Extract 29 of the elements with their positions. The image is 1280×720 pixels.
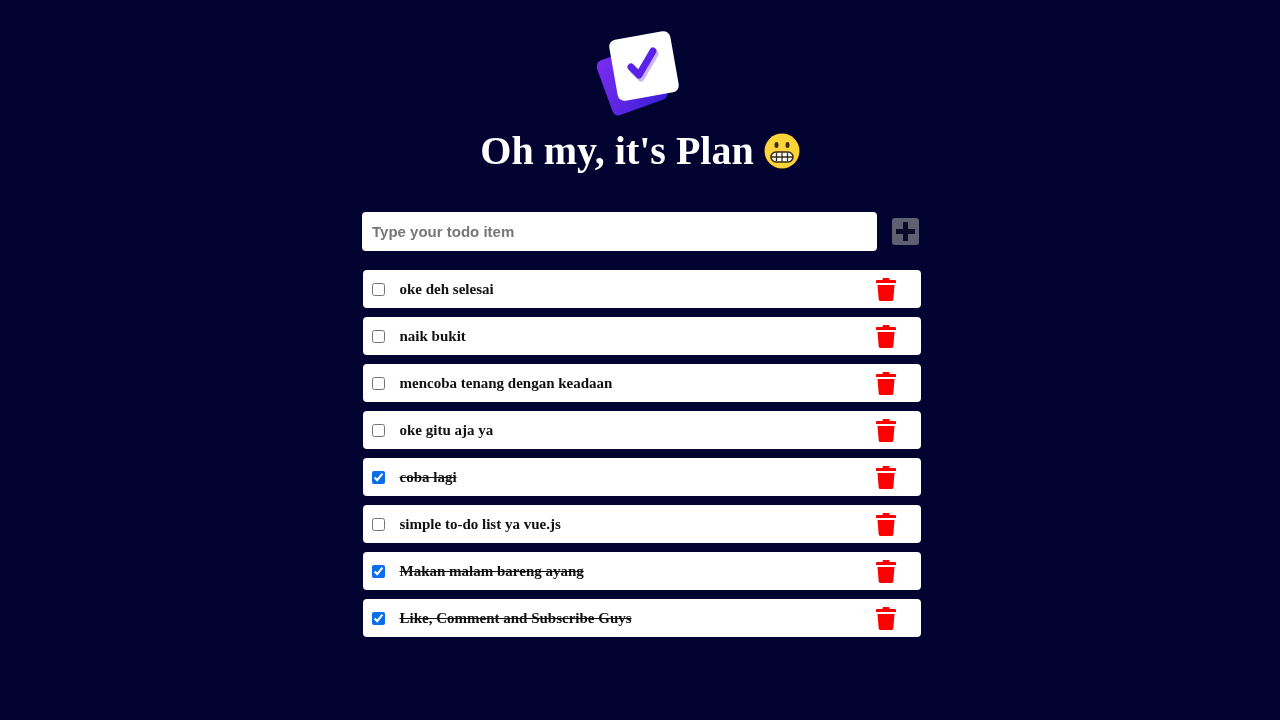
trash-icon[interactable]	[875, 465, 896, 489]
trash-icon[interactable]	[875, 606, 896, 630]
todo-checkbox[interactable]	[371, 329, 385, 343]
add-button[interactable]	[892, 218, 919, 245]
todo-text: oke deh selesai	[399, 280, 495, 298]
todo-checkbox[interactable]	[371, 611, 385, 625]
todo-text: naik bukit	[399, 327, 467, 345]
trash-icon[interactable]	[875, 512, 896, 536]
todo-text: oke gitu aja ya	[399, 421, 495, 439]
todo-text: Like, Comment and Subscribe Guys	[399, 609, 633, 627]
todo-checkbox[interactable]	[371, 376, 385, 390]
trash-icon[interactable]	[875, 324, 896, 348]
trash-icon[interactable]	[875, 371, 896, 395]
trash-icon[interactable]	[875, 277, 896, 301]
app-title: Oh my, it's Plan	[480, 127, 754, 175]
todo-checkbox[interactable]	[371, 282, 385, 296]
plus-icon	[896, 222, 915, 241]
todo-text: coba lagi	[399, 468, 458, 486]
todo-text: mencoba tenang dengan keadaan	[399, 374, 614, 392]
todo-text: Makan malam bareng ayang	[399, 562, 585, 580]
todo-text: simple to-do list ya vue.js	[399, 515, 562, 533]
todo-checkbox[interactable]	[371, 470, 385, 484]
grinning-face-icon	[763, 133, 800, 169]
todo-input-field[interactable]: Type your todo item	[362, 212, 877, 251]
trash-icon[interactable]	[875, 418, 896, 442]
trash-icon[interactable]	[875, 559, 896, 583]
todo-checkbox[interactable]	[371, 423, 385, 437]
todo-checkbox[interactable]	[371, 564, 385, 578]
todo-checkbox[interactable]	[371, 517, 385, 531]
